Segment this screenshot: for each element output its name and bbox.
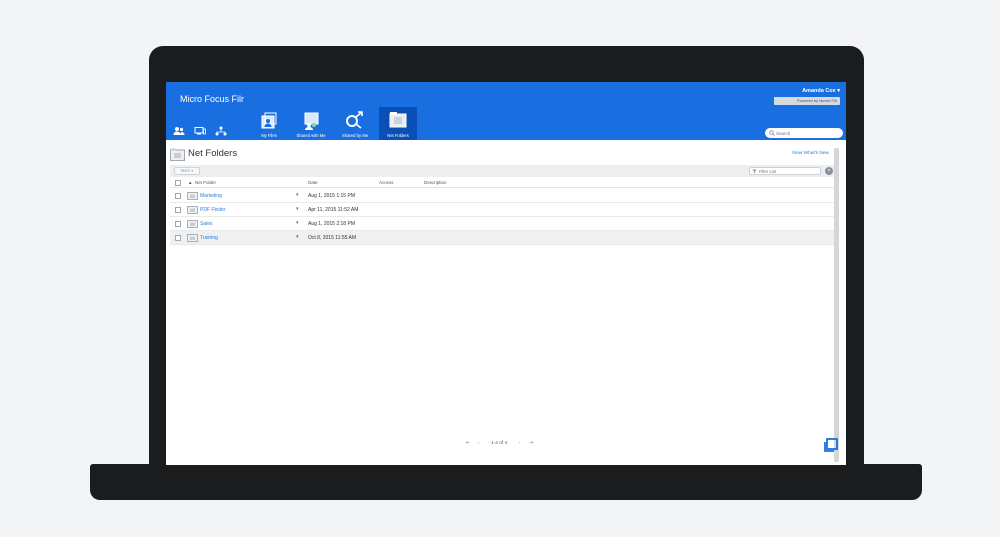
tab-my-files[interactable]: My Files [250, 107, 288, 140]
table-row[interactable]: Marketing ▾ Aug 1, 2015 1:15 PM [170, 189, 834, 203]
network-icon[interactable] [215, 126, 229, 136]
shared-with-me-icon [304, 112, 319, 130]
filter-input[interactable] [759, 168, 817, 174]
sort-arrow-icon[interactable]: ▲ [188, 180, 192, 185]
row-menu-arrow-icon[interactable]: ▾ [296, 192, 299, 198]
col-net-folder[interactable]: Net Folder [195, 180, 216, 185]
row-name-link[interactable]: Training [200, 235, 218, 241]
tab-shared-with-me[interactable]: Shared with Me [292, 107, 330, 140]
table-header: ▲ Net Folder Date Access Description [170, 178, 834, 188]
row-date: Aug 1, 2015 2:18 PM [308, 221, 355, 227]
next-page-icon[interactable]: › [519, 441, 521, 446]
tab-net-folders[interactable]: Net Folders [379, 107, 417, 140]
prev-page-icon[interactable]: ‹ [478, 441, 480, 446]
tab-label: Net Folders [387, 133, 409, 138]
list-toolbar: More ▾ × [170, 165, 834, 177]
net-folders-icon [389, 112, 407, 128]
tab-label: My Files [261, 133, 277, 138]
table-row[interactable]: Training ▾ Oct 8, 2015 11:55 AM [170, 231, 834, 245]
first-page-icon[interactable]: ⇤ [466, 441, 470, 446]
row-checkbox[interactable] [175, 221, 181, 227]
vertical-scrollbar[interactable] [834, 148, 839, 462]
clear-filter-button[interactable]: × [825, 167, 833, 175]
row-menu-arrow-icon[interactable]: ▾ [296, 206, 299, 212]
search-input[interactable] [776, 128, 838, 138]
col-description[interactable]: Description [424, 180, 447, 185]
last-page-icon[interactable]: ⇥ [529, 441, 533, 446]
page-title: Net Folders [188, 148, 238, 159]
user-menu[interactable]: Amanda Cox ▾ [802, 88, 840, 94]
search-box[interactable] [765, 128, 843, 138]
app-header: Micro Focus Filr Amanda Cox ▾ Powered by… [166, 82, 846, 140]
users-icon[interactable] [173, 126, 187, 136]
tab-label: Shared with Me [296, 133, 326, 138]
expand-icon[interactable] [824, 438, 838, 452]
page-info: 1-4 of 4 [491, 441, 508, 446]
devices-icon[interactable] [194, 126, 208, 136]
shared-by-me-icon [346, 111, 363, 129]
whats-new-link[interactable]: View What's New [792, 151, 829, 156]
row-name-link[interactable]: Sales [200, 221, 213, 227]
row-name-link[interactable]: Marketing [200, 193, 222, 199]
row-menu-arrow-icon[interactable]: ▾ [296, 234, 299, 240]
net-folder-icon [170, 148, 185, 161]
row-checkbox[interactable] [175, 193, 181, 199]
net-folder-icon [187, 192, 198, 200]
row-checkbox[interactable] [175, 235, 181, 241]
row-checkbox[interactable] [175, 207, 181, 213]
filter-icon [752, 169, 757, 174]
col-date[interactable]: Date [308, 180, 318, 185]
search-icon [769, 130, 775, 136]
my-files-icon [261, 112, 277, 129]
app-screen: Micro Focus Filr Amanda Cox ▾ Powered by… [166, 82, 846, 465]
col-access[interactable]: Access [379, 180, 394, 185]
select-all-checkbox[interactable] [175, 180, 181, 186]
row-name-link[interactable]: PDF Finder [200, 207, 226, 213]
more-button[interactable]: More ▾ [174, 167, 200, 175]
filter-box[interactable] [749, 167, 821, 175]
tab-shared-by-me[interactable]: Shared by Me [336, 107, 374, 140]
row-date: Aug 1, 2015 1:15 PM [308, 193, 355, 199]
net-folder-icon [187, 220, 198, 228]
app-title: Micro Focus Filr [180, 94, 245, 104]
net-folder-icon [187, 234, 198, 242]
table-row[interactable]: PDF Finder ▾ Apr 11, 2015 11:52 AM [170, 203, 834, 217]
net-folder-icon [187, 206, 198, 214]
row-menu-arrow-icon[interactable]: ▾ [296, 220, 299, 226]
laptop-base [90, 464, 922, 500]
powered-by-badge: Powered by Novell Filr [774, 97, 840, 105]
row-date: Apr 11, 2015 11:52 AM [308, 207, 359, 213]
table-row[interactable]: Sales ▾ Aug 1, 2015 2:18 PM [170, 217, 834, 231]
tab-label: Shared by Me [341, 133, 369, 138]
row-date: Oct 8, 2015 11:55 AM [308, 235, 356, 241]
